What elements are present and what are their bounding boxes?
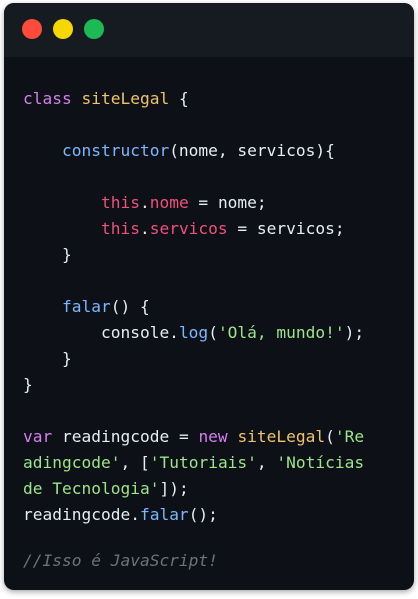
code-token: nome; [217, 193, 267, 212]
code-token: de Tecnologia' [23, 479, 160, 498]
code-token: 'Notícias [276, 453, 365, 472]
code-token: this [100, 219, 140, 238]
code-token: ); [344, 323, 365, 342]
code-token: constructor [61, 141, 170, 160]
code-token: var [23, 427, 53, 446]
code-line: adingcode', ['Tutoriais', 'Notícias [23, 451, 364, 475]
code-token: . [139, 219, 150, 238]
code-token: . [139, 193, 150, 212]
code-token: 'Re [334, 427, 365, 446]
code-line: } [23, 243, 72, 267]
code-token: nome [149, 193, 189, 212]
code-line: this.servicos = servicos; [23, 217, 345, 241]
maximize-dot-icon[interactable] [84, 19, 104, 39]
code-token: new [198, 427, 228, 446]
code-line: //Isso é JavaScript! [23, 549, 218, 573]
code-token: ( [208, 323, 218, 342]
code-line: readingcode.falar(); [23, 503, 218, 527]
code-token: } [23, 375, 33, 394]
code-token: = [227, 219, 257, 238]
code-token: ]); [159, 479, 189, 498]
code-token: } [23, 349, 72, 368]
code-line: } [23, 347, 72, 371]
code-token: this [100, 193, 140, 212]
code-token: log [178, 323, 209, 342]
close-dot-icon[interactable] [22, 19, 42, 39]
code-token: falar [139, 505, 189, 524]
code-token: //Isso é JavaScript! [23, 551, 218, 570]
code-token: (); [188, 505, 218, 524]
code-token: 'Tutoriais' [149, 453, 257, 472]
code-line: constructor(nome, servicos){ [23, 139, 335, 163]
code-line: class siteLegal { [23, 87, 189, 111]
code-line: var readingcode = new siteLegal('Re [23, 425, 364, 449]
code-token: falar [61, 297, 111, 316]
code-token: siteLegal [81, 89, 170, 108]
code-token: , [256, 453, 277, 472]
minimize-dot-icon[interactable] [53, 19, 73, 39]
code-token: } [23, 245, 72, 264]
code-token: siteLegal [237, 427, 326, 446]
code-token: ( [325, 427, 335, 446]
code-token: 'Olá, mundo!' [217, 323, 345, 342]
code-line: falar() { [23, 295, 150, 319]
code-line: console.log('Olá, mundo!'); [23, 321, 364, 345]
code-token: () { [110, 297, 150, 316]
code-token: servicos [149, 219, 228, 238]
code-line: de Tecnologia']); [23, 477, 189, 501]
window-titlebar [4, 3, 414, 57]
code-token: readingcode = [52, 427, 199, 446]
code-token: , [ [120, 453, 150, 472]
code-window: class siteLegal { constructor(nome, serv… [4, 3, 414, 590]
code-token: readingcode. [23, 505, 140, 524]
code-token: console. [23, 323, 179, 342]
code-token: (nome, servicos){ [169, 141, 335, 160]
code-token: servicos; [256, 219, 345, 238]
code-token: { [169, 89, 189, 108]
code-token: class [23, 89, 72, 108]
code-line: } [23, 373, 33, 397]
code-line: this.nome = nome; [23, 191, 267, 215]
code-token: adingcode' [23, 453, 121, 472]
code-token: = [188, 193, 218, 212]
